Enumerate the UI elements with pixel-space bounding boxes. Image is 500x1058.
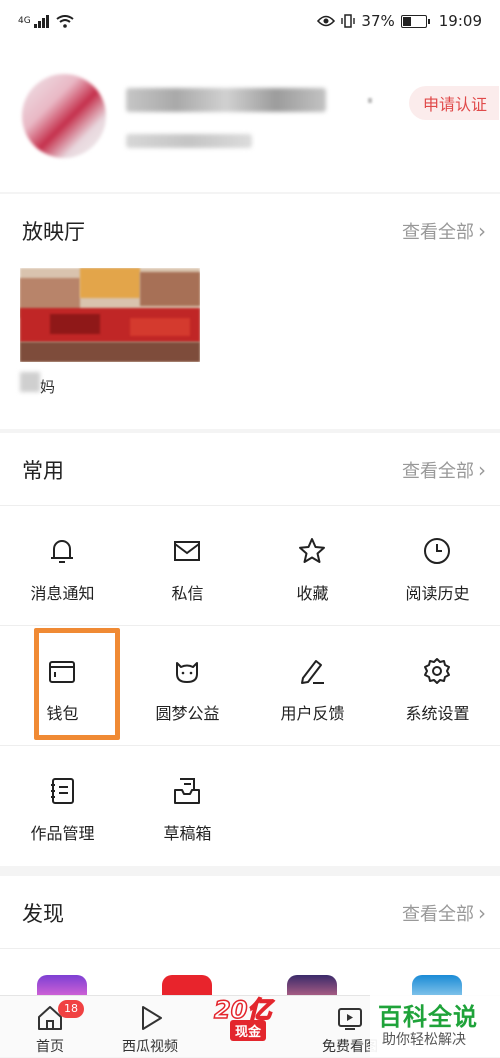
common-header[interactable]: 常用 查看全部 ›	[0, 433, 500, 505]
caption-blur	[20, 372, 40, 392]
clock-time: 19:09	[438, 12, 482, 30]
battery-icon	[400, 14, 430, 28]
divider	[0, 948, 500, 949]
grid-item-favorites[interactable]: 收藏	[250, 508, 375, 628]
avatar[interactable]	[22, 74, 106, 158]
user-stats-blurred	[126, 134, 252, 148]
hall-header[interactable]: 放映厅 查看全部 ›	[0, 194, 500, 266]
grid-item-charity[interactable]: 圆梦公益	[125, 628, 250, 748]
nav-xigua-label: 西瓜视频	[122, 1039, 178, 1055]
tv-icon	[338, 1008, 362, 1030]
discover-title: 发现	[22, 902, 64, 926]
wifi-icon	[56, 14, 74, 28]
battery-percent: 37%	[361, 12, 395, 30]
video-caption: 妈	[40, 378, 56, 396]
notebook-icon	[51, 778, 74, 804]
watermark-logo: 百科全说 助你轻松解决	[370, 995, 500, 1057]
grid-label: 草稿箱	[163, 824, 212, 843]
grid-item-feedback[interactable]: 用户反馈	[250, 628, 375, 748]
wallet-highlight-frame	[34, 628, 120, 740]
common-view-all[interactable]: 查看全部	[402, 457, 474, 483]
apply-verification-button[interactable]: 申请认证	[409, 86, 500, 120]
vibrate-icon	[341, 14, 356, 28]
promo-label: 现金	[230, 1020, 267, 1041]
hall-view-all[interactable]: 查看全部	[402, 218, 474, 244]
discover-header[interactable]: 发现 查看全部 ›	[0, 876, 500, 948]
grid-label: 收藏	[296, 584, 329, 603]
grid-item-works[interactable]: 作品管理	[0, 748, 125, 868]
video-thumbnail[interactable]	[20, 268, 200, 362]
nav-xigua-video[interactable]: 西瓜视频	[100, 996, 200, 1058]
grid-item-settings[interactable]: 系统设置	[375, 628, 500, 748]
user-name-blurred	[126, 88, 326, 112]
divider	[0, 505, 500, 506]
notification-badge: 18	[58, 1000, 84, 1018]
chevron-right-icon: ›	[478, 219, 486, 243]
watermark-title: 百科全说	[378, 1003, 478, 1031]
name-dot	[368, 98, 372, 103]
grid-label: 消息通知	[30, 584, 95, 603]
hall-section: 放映厅 查看全部 › 妈	[0, 194, 500, 429]
eye-icon	[317, 15, 336, 27]
star-icon	[299, 538, 325, 563]
nav-home-label: 首页	[36, 1039, 64, 1055]
nav-home[interactable]: 18 首页	[0, 996, 100, 1058]
network-type: 4G	[18, 16, 31, 26]
grid-item-private-message[interactable]: 私信	[125, 508, 250, 628]
cash-promo-button[interactable]: 20亿 现金	[210, 986, 290, 1046]
grid-item-messages[interactable]: 消息通知	[0, 508, 125, 628]
grid-label: 阅读历史	[405, 584, 470, 603]
grid-label: 用户反馈	[280, 704, 345, 723]
divider	[0, 745, 500, 746]
bell-icon	[51, 540, 73, 563]
chevron-right-icon: ›	[478, 901, 486, 925]
chevron-right-icon: ›	[478, 458, 486, 482]
grid-label: 系统设置	[405, 704, 470, 723]
grid-item-drafts[interactable]: 草稿箱	[125, 748, 250, 868]
grid-label: 作品管理	[30, 824, 95, 843]
grid-label: 圆梦公益	[155, 704, 220, 723]
mail-icon	[174, 541, 200, 561]
grid-label: 私信	[171, 584, 204, 603]
watermark-subtitle: 助你轻松解决	[382, 1032, 466, 1048]
signal-icon	[33, 14, 49, 28]
charity-icon	[176, 662, 198, 683]
status-bar: 4G 37% 19:09	[0, 0, 500, 42]
discover-view-all[interactable]: 查看全部	[402, 900, 474, 926]
hall-title: 放映厅	[22, 220, 85, 244]
divider	[0, 625, 500, 626]
drafts-icon	[174, 778, 200, 804]
feedback-icon	[301, 660, 324, 684]
grid-item-reading-history[interactable]: 阅读历史	[375, 508, 500, 628]
clock-icon	[424, 538, 450, 564]
profile-header[interactable]: 申请认证	[0, 42, 500, 192]
common-title: 常用	[22, 459, 64, 483]
play-icon	[142, 1006, 162, 1030]
gear-icon	[424, 658, 450, 684]
